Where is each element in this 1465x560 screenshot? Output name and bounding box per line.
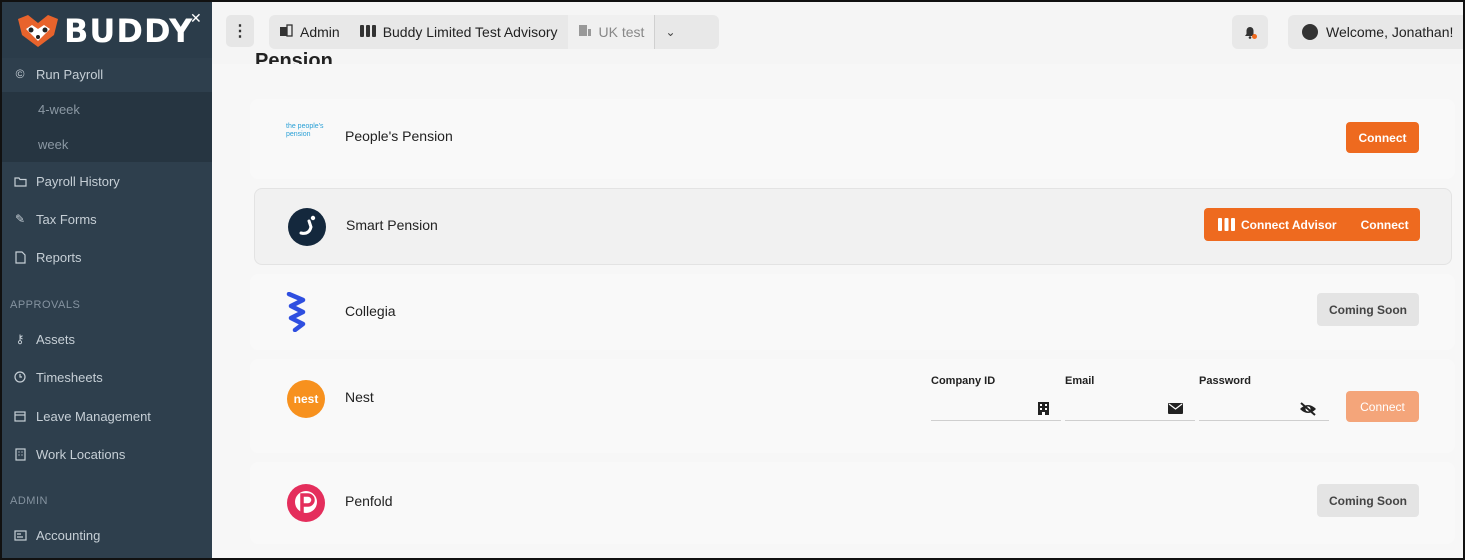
button-label: Connect: [1358, 130, 1407, 145]
kebab-icon: ⋮: [232, 23, 248, 40]
provider-card-peoples-pension: the people's pension People's Pension Co…: [250, 99, 1455, 179]
sidebar-item-payroll-history[interactable]: Payroll History: [2, 163, 212, 199]
email-label: Email: [1065, 375, 1095, 387]
provider-card-penfold: Penfold Coming Soon: [250, 462, 1455, 544]
sidebar-item-assets[interactable]: ⚷ Assets: [2, 321, 212, 357]
password-field[interactable]: [1199, 397, 1329, 421]
provider-name: Collegia: [345, 303, 396, 319]
password-input[interactable]: [1199, 397, 1299, 419]
provider-card-nest: nest Nest Company ID Email Password Conn…: [250, 359, 1455, 453]
edit-icon: ✎: [14, 212, 26, 226]
building-icon: [578, 24, 592, 40]
crumb-label: Admin: [300, 24, 340, 40]
provider-name: Smart Pension: [346, 217, 438, 233]
eye-slash-icon[interactable]: [1299, 402, 1317, 419]
folder-icon: [12, 173, 28, 189]
nest-logo-icon: nest: [287, 380, 325, 418]
bell-icon: [1245, 27, 1257, 39]
smart-pension-logo-icon: [288, 208, 326, 246]
logo-text: BUDDY: [64, 12, 194, 50]
peoples-pension-logo-icon: the people's pension: [286, 123, 326, 163]
svg-text:nest: nest: [294, 392, 319, 406]
button-label: Connect: [1360, 399, 1405, 414]
crumb-label: UK test: [598, 24, 645, 40]
sidebar-item-leave-management[interactable]: Leave Management: [2, 398, 212, 434]
envelope-icon: [1168, 402, 1183, 417]
sidebar-item-timesheets[interactable]: Timesheets: [2, 359, 212, 395]
calendar-icon: [12, 408, 28, 424]
copyright-circle-icon: ©: [15, 67, 25, 81]
sidebar-item-work-locations[interactable]: Work Locations: [2, 436, 212, 472]
sidebar-item-label: Leave Management: [36, 408, 151, 424]
page-title: Pension: [255, 50, 333, 64]
connect-button-disabled[interactable]: Connect: [1346, 391, 1419, 422]
approvals-section-header: APPROVALS: [10, 299, 81, 311]
connect-button[interactable]: Connect: [1346, 122, 1419, 153]
logo-area: BUDDY ✕: [2, 2, 212, 58]
sidebar-item-tax-forms[interactable]: ✎ Tax Forms: [2, 201, 212, 237]
sidebar-item-label: Accounting: [36, 527, 101, 543]
button-label: Coming Soon: [1329, 302, 1407, 317]
sidebar-item-reports[interactable]: Reports: [2, 239, 212, 275]
key-icon: ⚷: [15, 332, 25, 346]
button-label: Coming Soon: [1329, 493, 1407, 508]
company-id-field[interactable]: [931, 397, 1061, 421]
red-panda-logo-icon: [18, 15, 58, 47]
provider-name: Penfold: [345, 493, 393, 509]
columns-icon: [359, 24, 376, 40]
coming-soon-button: Coming Soon: [1317, 293, 1419, 326]
provider-name: People's Pension: [345, 128, 453, 144]
sidebar-item-label: Work Locations: [36, 446, 126, 462]
submenu-item-week[interactable]: week: [38, 137, 68, 152]
password-label: Password: [1199, 375, 1251, 387]
building-icon: [1038, 402, 1049, 418]
file-icon: [12, 249, 28, 265]
clock-icon: [12, 369, 28, 385]
close-sidebar-icon[interactable]: ✕: [190, 10, 202, 27]
email-input[interactable]: [1065, 397, 1165, 419]
sidebar-item-accounting[interactable]: Accounting: [2, 517, 212, 553]
email-field[interactable]: [1065, 397, 1195, 421]
notifications-button[interactable]: [1232, 15, 1268, 49]
user-menu-button[interactable]: Welcome, Jonathan!: [1288, 15, 1463, 49]
columns-icon: [1218, 218, 1235, 231]
admin-section-header: ADMIN: [10, 495, 48, 507]
more-menu-button[interactable]: ⋮: [226, 15, 254, 47]
chevron-down-icon[interactable]: ⌄: [654, 15, 685, 49]
crumb-label: Buddy Limited Test Advisory: [382, 24, 558, 40]
breadcrumb: Admin Buddy Limited Test Advisory UK tes…: [269, 15, 719, 49]
sidebar-item-label: Assets: [36, 331, 76, 347]
sidebar-item-run-payroll[interactable]: © Run Payroll: [2, 56, 212, 92]
ledger-icon: [12, 527, 28, 543]
user-circle-icon: [1302, 24, 1318, 40]
connect-advisor-button-group: Connect Advisor Connect: [1204, 208, 1420, 241]
connect-button[interactable]: Connect: [1361, 218, 1409, 232]
collegia-logo-icon: [286, 292, 306, 332]
submenu-item-4-week[interactable]: 4-week: [38, 102, 80, 117]
sidebar-item-label: Timesheets: [36, 369, 103, 385]
connect-advisor-button[interactable]: Connect Advisor: [1241, 218, 1337, 232]
provider-name: Nest: [345, 389, 374, 405]
provider-card-collegia: Collegia Coming Soon: [250, 274, 1455, 350]
sidebar-item-label: Run Payroll: [36, 66, 104, 82]
peoples-pension-logo-text: the people's pension: [286, 123, 324, 138]
sidebar-item-label: Reports: [36, 249, 82, 265]
provider-card-smart-pension: Smart Pension Connect Advisor Connect: [254, 188, 1452, 265]
sidebar-item-label: Tax Forms: [36, 211, 97, 227]
company-id-label: Company ID: [931, 375, 996, 387]
crumb-admin[interactable]: Admin: [269, 15, 350, 49]
payroll-submenu: 4-week week: [2, 92, 212, 162]
top-bar: ⋮ Admin Buddy Limited Test Advisory UK t…: [212, 2, 1463, 64]
company-id-input[interactable]: [931, 397, 1031, 419]
coming-soon-button: Coming Soon: [1317, 484, 1419, 517]
crumb-entity[interactable]: UK test: [567, 15, 655, 49]
crumb-company[interactable]: Buddy Limited Test Advisory: [350, 15, 568, 49]
building-icon: [12, 446, 28, 462]
penfold-logo-icon: [287, 484, 325, 522]
sidebar-item-label: Payroll History: [36, 173, 120, 189]
welcome-text: Welcome, Jonathan!: [1326, 24, 1454, 40]
sidebar: BUDDY ✕ © Run Payroll 4-week week Payrol…: [2, 2, 212, 558]
app-window: BUDDY ✕ © Run Payroll 4-week week Payrol…: [0, 0, 1465, 560]
building-icon: [279, 24, 293, 40]
